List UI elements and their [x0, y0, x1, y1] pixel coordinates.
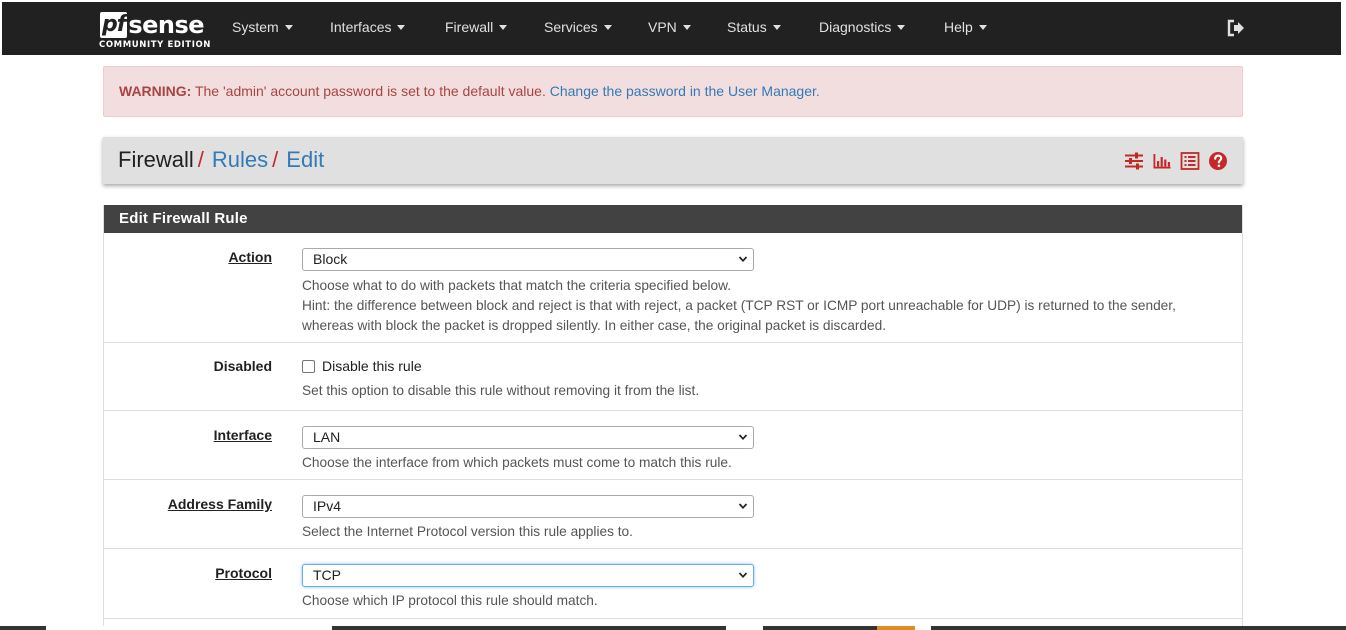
action-hint-text-continued: whereas with block the packet is dropped…: [302, 318, 887, 333]
interface-select[interactable]: LAN: [302, 426, 754, 449]
action-hint-text: Hint: the difference between block and r…: [302, 298, 1176, 313]
breadcrumb-tools: [1124, 151, 1228, 171]
caret-down-icon: [603, 25, 612, 30]
address-family-select-value: IPv4: [313, 498, 342, 514]
address-family-help-text: Select the Internet Protocol version thi…: [302, 524, 633, 539]
action-select[interactable]: Block: [302, 248, 754, 271]
nav-menu-vpn[interactable]: VPN: [648, 2, 691, 55]
sign-out-icon[interactable]: [1226, 18, 1246, 38]
pfsense-logo[interactable]: pf sense COMMUNITY EDITION: [98, 8, 211, 52]
protocol-select[interactable]: TCP: [302, 564, 754, 587]
address-family-label[interactable]: Address Family: [168, 496, 272, 512]
protocol-select-value: TCP: [313, 567, 341, 583]
caret-down-icon: [897, 25, 906, 30]
bar-chart-icon[interactable]: [1152, 151, 1172, 171]
disable-rule-checkbox-group: Disable this rule: [302, 358, 422, 374]
form-row-protocol: Protocol TCP Choose which IP protocol th…: [104, 549, 1242, 619]
bottom-edge-strip: [0, 626, 1346, 630]
caret-down-icon: [978, 25, 987, 30]
interface-help-text: Choose the interface from which packets …: [302, 455, 732, 470]
chevron-down-icon: [738, 434, 748, 441]
default-password-warning: WARNING: The 'admin' account password is…: [103, 66, 1243, 117]
warning-prefix: WARNING:: [119, 83, 192, 99]
caret-down-icon: [284, 25, 293, 30]
breadcrumb: Firewall / Rules / Edit: [103, 137, 1243, 184]
sliders-icon[interactable]: [1124, 151, 1144, 171]
panel-title: Edit Firewall Rule: [104, 205, 1242, 233]
caret-down-icon: [499, 25, 508, 30]
form-row-action: Action Block Choose what to do with pack…: [104, 233, 1242, 343]
nav-menu-services[interactable]: Services: [544, 2, 612, 55]
action-help-text: Choose what to do with packets that matc…: [302, 278, 732, 293]
nav-menu-firewall[interactable]: Firewall: [445, 2, 508, 55]
disabled-label: Disabled: [213, 358, 272, 374]
breadcrumb-rules-link[interactable]: Rules: [212, 147, 268, 172]
chevron-down-icon: [738, 572, 748, 579]
nav-menu-diagnostics[interactable]: Diagnostics: [819, 2, 906, 55]
edit-firewall-rule-panel: Edit Firewall Rule Action Block Choose w…: [103, 205, 1243, 630]
breadcrumb-separator: /: [197, 147, 204, 172]
chevron-down-icon: [738, 503, 748, 510]
nav-menu-status[interactable]: Status: [727, 2, 781, 55]
disable-rule-checkbox[interactable]: [302, 359, 315, 373]
address-family-select[interactable]: IPv4: [302, 495, 754, 518]
action-select-value: Block: [313, 251, 348, 267]
caret-down-icon: [772, 25, 781, 30]
disabled-help-text: Set this option to disable this rule wit…: [302, 383, 700, 398]
list-icon[interactable]: [1180, 151, 1200, 171]
nav-menu-system[interactable]: System: [232, 2, 293, 55]
caret-down-icon: [682, 25, 691, 30]
disable-rule-checkbox-label[interactable]: Disable this rule: [322, 358, 422, 374]
form-row-disabled: Disabled Disable this rule Set this opti…: [104, 343, 1242, 411]
protocol-label[interactable]: Protocol: [215, 565, 272, 581]
caret-down-icon: [397, 25, 406, 30]
breadcrumb-edit-link[interactable]: Edit: [286, 147, 324, 172]
interface-select-value: LAN: [313, 429, 341, 445]
logo-sense-text: sense: [128, 11, 205, 39]
chevron-down-icon: [738, 256, 748, 263]
nav-menu-help[interactable]: Help: [944, 2, 987, 55]
form-row-interface: Interface LAN Choose the interface from …: [104, 411, 1242, 480]
protocol-help-text: Choose which IP protocol this rule shoul…: [302, 593, 598, 608]
interface-label[interactable]: Interface: [214, 427, 272, 443]
breadcrumb-separator: /: [272, 147, 279, 172]
logo-edition-text: COMMUNITY EDITION: [99, 40, 211, 50]
action-label[interactable]: Action: [228, 249, 272, 265]
question-circle-icon[interactable]: [1208, 151, 1228, 171]
change-password-link[interactable]: Change the password in the User Manager.: [550, 83, 820, 99]
logo-pf-text: pf: [100, 12, 128, 38]
top-navbar: pf sense COMMUNITY EDITION System Interfa…: [2, 2, 1341, 55]
nav-menu-interfaces[interactable]: Interfaces: [330, 2, 406, 55]
warning-message: The 'admin' account password is set to t…: [191, 83, 550, 99]
breadcrumb-firewall: Firewall: [118, 147, 194, 172]
form-row-address-family: Address Family IPv4 Select the Internet …: [104, 480, 1242, 549]
